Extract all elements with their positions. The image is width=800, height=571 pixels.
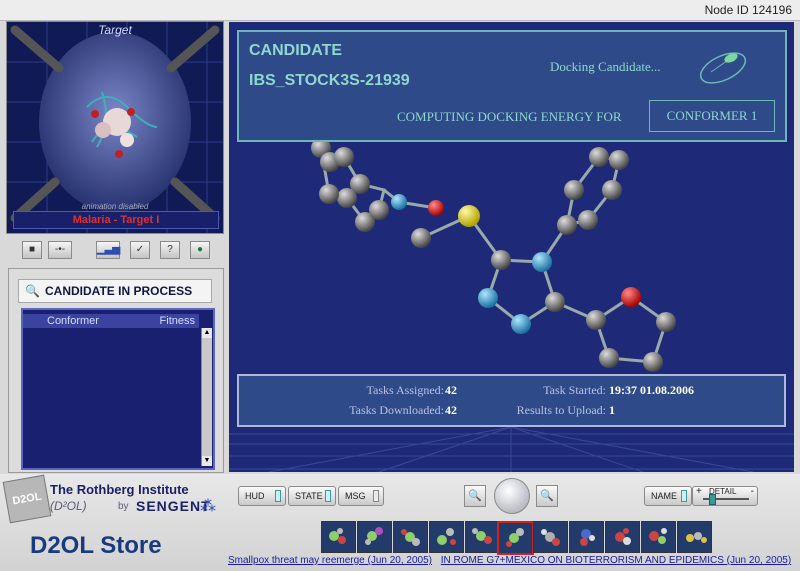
docking-icon: [699, 52, 747, 84]
news-item-1[interactable]: Smallpox threat may reemerge (Jun 20, 20…: [228, 555, 432, 566]
list-scrollbar[interactable]: ▲ ▼: [201, 328, 212, 466]
thumbnail-11[interactable]: [677, 521, 712, 553]
help-icon: ?: [167, 244, 173, 255]
scroll-up-icon[interactable]: ▲: [202, 328, 212, 338]
zoom-in-icon[interactable]: 🔍: [464, 485, 486, 507]
zoom-out-icon[interactable]: 🔍: [536, 485, 558, 507]
thumbnail-10[interactable]: [641, 521, 676, 553]
detail-slider[interactable]: + DETAIL -: [692, 486, 758, 506]
tasks-downloaded-label: Tasks Downloaded:: [349, 403, 444, 417]
msg-button[interactable]: MSG: [338, 486, 384, 506]
thumbnail-6-selected[interactable]: [497, 521, 534, 555]
by-label: by: [118, 501, 129, 512]
computing-label: COMPUTING DOCKING ENERGY FOR: [397, 109, 622, 124]
scroll-down-icon[interactable]: ▼: [202, 456, 212, 466]
rotate-control-icon[interactable]: [494, 478, 530, 514]
conformer-list[interactable]: Conformer Fitness ▲ ▼: [21, 308, 215, 470]
column-fitness[interactable]: Fitness: [160, 315, 195, 327]
docking-label: Docking Candidate...: [550, 59, 661, 74]
column-conformer[interactable]: Conformer: [47, 315, 99, 327]
tasks-assigned-label: Tasks Assigned:: [366, 383, 445, 397]
top-bar: Node ID 124196: [0, 0, 800, 21]
institute-name: The Rothberg Institute: [50, 482, 189, 497]
globe-icon: ●: [196, 244, 204, 255]
stop-button[interactable]: ■: [22, 241, 42, 259]
candidate-panel-title: CANDIDATE IN PROCESS: [45, 284, 193, 298]
tasks-downloaded-value: 42: [445, 403, 457, 417]
help-button[interactable]: ?: [160, 241, 180, 259]
hud-button[interactable]: HUD: [238, 486, 286, 506]
check-icon: ✓: [135, 244, 145, 255]
target-name[interactable]: Malaria - Target I: [13, 211, 219, 229]
task-started-label: Task Started:: [543, 383, 606, 397]
task-info-box: Tasks Assigned: 42 Tasks Downloaded: 42 …: [237, 374, 786, 427]
thumbnail-7[interactable]: [533, 521, 568, 553]
target-title: Target: [98, 23, 132, 37]
news-item-2[interactable]: IN ROME G7+MEXICO ON BIOTERRORISM AND EP…: [441, 555, 791, 566]
news-ticker: Smallpox threat may reemerge (Jun 20, 20…: [228, 555, 800, 569]
results-upload-label: Results to Upload:: [516, 403, 606, 417]
task-started-value: 19:37 01.08.2006: [609, 383, 694, 397]
candidate-panel-header: 🔍 CANDIDATE IN PROCESS: [18, 279, 212, 303]
slider-button[interactable]: -•-: [48, 241, 72, 259]
slider-icon: -•-: [54, 244, 66, 255]
stats-button[interactable]: ▁▃▅: [96, 241, 120, 259]
docking-viewer: CANDIDATE IBS_STOCK3S-21939 Docking Cand…: [229, 22, 794, 472]
bar-chart-icon: ▁▃▅: [97, 244, 121, 255]
list-header: Conformer Fitness: [23, 314, 199, 328]
detail-thumb[interactable]: [709, 494, 716, 505]
candidate-id: IBS_STOCK3S-21939: [249, 72, 410, 89]
search-icon: 🔍: [25, 284, 40, 298]
results-upload-value: 1: [609, 403, 615, 417]
store-link[interactable]: D2OL Store: [30, 532, 162, 560]
candidate-label: CANDIDATE: [249, 42, 343, 59]
sengent-logo-icon: ⁂: [200, 498, 216, 515]
thumbnail-3[interactable]: [393, 521, 428, 553]
animation-status: animation disabled: [81, 202, 149, 211]
node-id: Node ID 124196: [704, 3, 792, 17]
check-button[interactable]: ✓: [130, 241, 150, 259]
globe-button[interactable]: ●: [190, 241, 210, 259]
state-button[interactable]: STATE: [288, 486, 336, 506]
thumbnail-4[interactable]: [429, 521, 464, 553]
thumbnail-9[interactable]: [605, 521, 640, 553]
thumbnail-2[interactable]: [357, 521, 392, 553]
target-viewer: Target animation disabled Malaria - Targ…: [6, 21, 224, 234]
candidate-info-box: CANDIDATE IBS_STOCK3S-21939 Docking Cand…: [237, 30, 787, 142]
tasks-assigned-value: 42: [445, 383, 457, 397]
d2ol-subtitle: (D²OL): [50, 499, 87, 513]
d2ol-logo: D2OL: [2, 474, 52, 524]
thumbnail-8[interactable]: [569, 521, 604, 553]
conformer-badge: CONFORMER 1: [649, 100, 775, 132]
thumbnail-1[interactable]: [321, 521, 356, 553]
stop-icon: ■: [28, 244, 36, 255]
name-button[interactable]: NAME: [644, 486, 692, 506]
thumbnail-5[interactable]: [465, 521, 500, 553]
